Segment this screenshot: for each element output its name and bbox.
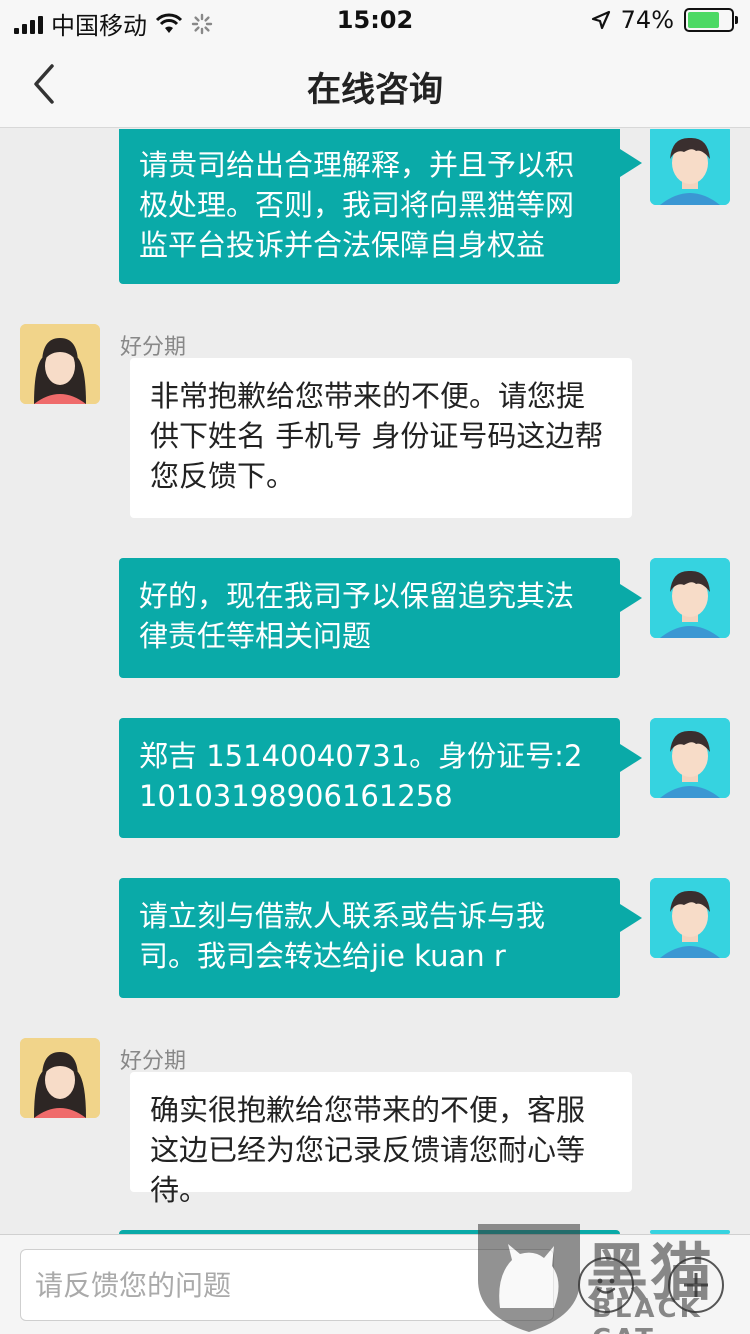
bubble-tail xyxy=(620,584,642,612)
bubble-tail xyxy=(620,904,642,932)
message-text: 请贵司给出合理解释，并且予以积极处理。否则，我司将向黑猫等网监平台投诉并合法保障… xyxy=(139,148,575,262)
avatar-agent[interactable] xyxy=(20,324,100,404)
plus-icon xyxy=(684,1273,708,1297)
nav-bar: 在线咨询 xyxy=(0,40,750,128)
message-text: 非常抱歉给您带来的不便。请您提供下姓名 手机号 身份证号码这边帮您反馈下。 xyxy=(150,379,604,493)
message-text: 请立刻与借款人联系或告诉与我司。我司会转达给jie kuan r xyxy=(139,899,546,973)
message-bubble-outgoing[interactable]: 好的，现在我司予以保留追究其法律责任等相关问题 xyxy=(119,558,620,678)
battery-icon xyxy=(684,8,738,32)
girl-avatar-icon xyxy=(20,1038,100,1118)
avatar-user[interactable] xyxy=(650,558,730,638)
bubble-tail xyxy=(620,149,642,177)
boy-avatar-icon xyxy=(650,129,730,205)
status-bar: 中国移动 15:02 74% xyxy=(0,0,750,40)
message-bubble-incoming[interactable]: 非常抱歉给您带来的不便。请您提供下姓名 手机号 身份证号码这边帮您反馈下。 xyxy=(130,358,632,518)
sender-name: 好分期 xyxy=(120,1049,187,1074)
avatar-user[interactable] xyxy=(650,718,730,798)
input-bar xyxy=(0,1234,750,1334)
message-bubble-outgoing[interactable]: 郑吉 15140040731。身份证号:210103198906161258 xyxy=(119,718,620,838)
message-text: 确实很抱歉给您带来的不便，客服这边已经为您记录反馈请您耐心等待。 xyxy=(150,1093,586,1207)
avatar-user[interactable] xyxy=(650,129,730,205)
girl-avatar-icon xyxy=(20,324,100,404)
avatar-agent[interactable] xyxy=(20,1038,100,1118)
message-text: 郑吉 15140040731。身份证号:210103198906161258 xyxy=(139,739,583,813)
battery-fill xyxy=(688,12,720,28)
boy-avatar-icon xyxy=(650,558,730,638)
bubble-tail xyxy=(620,744,642,772)
message-bubble-outgoing[interactable]: 请立刻与借款人联系或告诉与我司。我司会转达给jie kuan r xyxy=(119,878,620,998)
add-button[interactable] xyxy=(668,1257,724,1313)
sender-name: 好分期 xyxy=(120,335,187,360)
message-text: 好的，现在我司予以保留追究其法律责任等相关问题 xyxy=(139,579,575,653)
emoji-button[interactable] xyxy=(578,1257,634,1313)
location-arrow-icon xyxy=(591,10,610,30)
message-bubble-incoming[interactable]: 确实很抱歉给您带来的不便，客服这边已经为您记录反馈请您耐心等待。 xyxy=(130,1072,632,1207)
avatar-user[interactable] xyxy=(650,878,730,958)
feedback-input[interactable] xyxy=(20,1249,554,1321)
smile-icon xyxy=(596,1278,616,1294)
boy-avatar-icon xyxy=(650,878,730,958)
chat-area[interactable]: 请贵司给出合理解释，并且予以积极处理。否则，我司将向黑猫等网监平台投诉并合法保障… xyxy=(0,129,750,1234)
boy-avatar-icon xyxy=(650,718,730,798)
status-right: 74% xyxy=(591,6,738,34)
battery-percent: 74% xyxy=(620,6,674,34)
message-bubble-outgoing[interactable]: 请贵司给出合理解释，并且予以积极处理。否则，我司将向黑猫等网监平台投诉并合法保障… xyxy=(119,129,620,284)
page-title: 在线咨询 xyxy=(307,70,443,110)
